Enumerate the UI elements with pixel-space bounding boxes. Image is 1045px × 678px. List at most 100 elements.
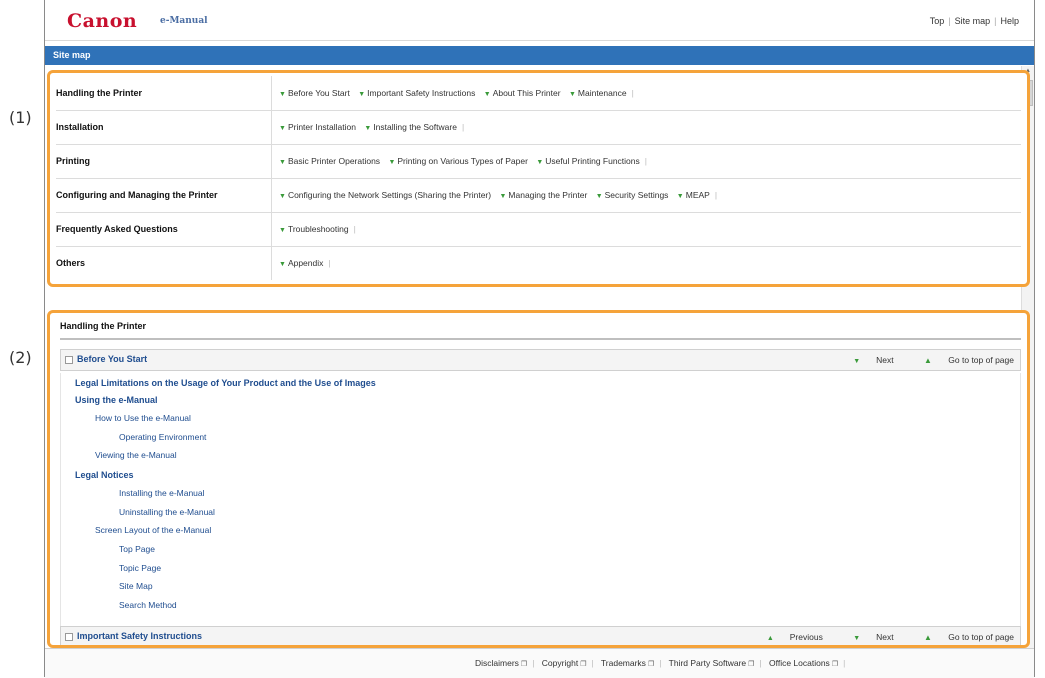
category-links: ▼ Configuring the Network Settings (Shari… [279, 190, 718, 200]
category-links: ▼ Troubleshooting | [279, 224, 356, 234]
down-arrow-icon: ▼ [483, 91, 491, 98]
expand-box-icon[interactable] [65, 356, 73, 364]
category-label: Installation [56, 110, 272, 144]
down-arrow-icon: ▼ [536, 159, 544, 166]
link-useful-functions[interactable]: Useful Printing Functions [545, 156, 640, 166]
browser-page: Canon e-Manual Top | Site map | Help Site ma… [44, 0, 1035, 678]
external-window-icon: ❐ [520, 661, 528, 668]
tree-item[interactable]: Installing the e-Manual [119, 488, 205, 498]
down-arrow-icon: ▼ [676, 193, 684, 200]
down-arrow-icon: ▼ [388, 159, 396, 166]
site-map-link[interactable]: Site map [955, 16, 991, 26]
down-arrow-icon: ▼ [568, 91, 576, 98]
site-map-row: Printing ▼ Basic Printer Operations ▼ Prin… [56, 144, 1021, 179]
handling-section: Handling the Printer Before You Start ▼ N… [47, 310, 1030, 648]
link-meap[interactable]: MEAP [686, 190, 710, 200]
link-security-settings[interactable]: Security Settings [605, 190, 669, 200]
product-title: e-Manual [160, 16, 208, 26]
topic-title[interactable]: Before You Start [77, 354, 147, 364]
link-maintenance[interactable]: Maintenance [578, 88, 627, 98]
link-network-settings[interactable]: Configuring the Network Settings (Sharin… [288, 190, 491, 200]
tree-item[interactable]: How to Use the e-Manual [95, 413, 191, 423]
site-map-row: Handling the Printer ▼ Before You Start ▼… [56, 76, 1021, 111]
down-arrow-icon: ▼ [853, 358, 861, 365]
separator: | [948, 16, 951, 26]
down-arrow-icon: ▼ [279, 125, 286, 132]
separator: | [994, 16, 997, 26]
tree-item[interactable]: Using the e-Manual [75, 395, 158, 405]
footer-links: Disclaimers ❐ | Copyright ❐ | Trademarks ❐ | T… [475, 658, 846, 668]
site-map-row: Others ▼ Appendix | [56, 246, 1021, 280]
topic-bar-before-you-start: Before You Start ▼ Next ▲ Go to top of pa… [60, 349, 1021, 371]
topic-nav: ▼ Next ▲ Go to top of page [825, 355, 1014, 365]
site-map-row: Frequently Asked Questions ▼ Troubleshoot… [56, 212, 1021, 247]
category-links: ▼ Printer Installation ▼ Installing the So… [279, 122, 465, 132]
trademarks-link[interactable]: Trademarks [601, 658, 646, 668]
topic-bar-important-safety: Important Safety Instructions ▲ Previous … [60, 626, 1021, 645]
go-to-top-link[interactable]: ▲ Go to top of page [910, 632, 1014, 642]
external-window-icon: ❐ [580, 661, 587, 668]
category-links: ▼ Appendix | [279, 258, 331, 268]
tree-item[interactable]: Screen Layout of the e-Manual [95, 525, 211, 535]
site-map-row: Configuring and Managing the Printer ▼ Co… [56, 178, 1021, 213]
tree-item[interactable]: Uninstalling the e-Manual [119, 507, 215, 517]
link-important-safety[interactable]: Important Safety Instructions [367, 88, 475, 98]
down-arrow-icon: ▼ [358, 91, 366, 98]
category-links: ▼ Before You Start ▼ Important Safety Inst… [279, 88, 634, 98]
header: Canon e-Manual Top | Site map | Help [45, 0, 1034, 41]
link-managing-printer[interactable]: Managing the Printer [508, 190, 587, 200]
link-installing-software[interactable]: Installing the Software [373, 122, 457, 132]
site-map-row: Installation ▼ Printer Installation ▼ Inst… [56, 110, 1021, 145]
link-printing-paper[interactable]: Printing on Various Types of Paper [397, 156, 528, 166]
down-arrow-icon: ▼ [595, 193, 603, 200]
down-arrow-icon: ▼ [279, 227, 286, 234]
go-to-top-link[interactable]: ▲ Go to top of page [910, 355, 1014, 365]
down-arrow-icon: ▼ [499, 193, 507, 200]
canon-logo[interactable]: Canon [67, 10, 137, 32]
link-before-you-start[interactable]: Before You Start [288, 88, 350, 98]
top-link[interactable]: Top [930, 16, 945, 26]
previous-link[interactable]: ▲ Previous [753, 632, 823, 642]
footer: Disclaimers ❐ | Copyright ❐ | Trademarks ❐ | T… [45, 648, 1034, 678]
tree-item[interactable]: Legal Limitations on the Usage of Your P… [75, 378, 376, 388]
tree-item[interactable]: Top Page [119, 544, 155, 554]
topic-title[interactable]: Important Safety Instructions [77, 631, 202, 641]
link-appendix[interactable]: Appendix [288, 258, 323, 268]
copyright-link[interactable]: Copyright [542, 658, 578, 668]
topic-nav: ▲ Previous ▼ Next ▲ Go to top of page [739, 632, 1014, 642]
tree-item[interactable]: Site Map [119, 581, 153, 591]
down-arrow-icon: ▼ [364, 125, 372, 132]
category-label: Configuring and Managing the Printer [56, 178, 272, 212]
office-locations-link[interactable]: Office Locations [769, 658, 830, 668]
tree-item[interactable]: Viewing the e-Manual [95, 450, 177, 460]
down-arrow-icon: ▼ [279, 193, 286, 200]
help-link[interactable]: Help [1000, 16, 1019, 26]
tree-item[interactable]: Search Method [119, 600, 177, 610]
site-map-bar: Site map [45, 46, 1034, 65]
up-arrow-icon: ▲ [924, 633, 932, 642]
down-arrow-icon: ▼ [279, 261, 286, 268]
top-links: Top | Site map | Help [930, 16, 1019, 26]
category-label: Handling the Printer [56, 76, 272, 110]
tree-item[interactable]: Legal Notices [75, 470, 134, 480]
expand-box-icon[interactable] [65, 633, 73, 641]
tree-item[interactable]: Operating Environment [119, 432, 206, 442]
link-printer-installation[interactable]: Printer Installation [288, 122, 356, 132]
topic-tree: Legal Limitations on the Usage of Your P… [60, 373, 1021, 629]
disclaimers-link[interactable]: Disclaimers [475, 658, 519, 668]
divider [60, 338, 1021, 340]
callout-2: (2) [9, 348, 32, 367]
link-about-printer[interactable]: About This Printer [493, 88, 561, 98]
external-window-icon: ❐ [647, 661, 655, 668]
next-link[interactable]: ▼ Next [839, 355, 893, 365]
category-label: Printing [56, 144, 272, 178]
callout-1: (1) [9, 108, 32, 127]
tree-item[interactable]: Topic Page [119, 563, 161, 573]
external-window-icon: ❐ [831, 661, 839, 668]
site-map-heading: Site map [53, 50, 91, 60]
link-basic-operations[interactable]: Basic Printer Operations [288, 156, 380, 166]
next-link[interactable]: ▼ Next [839, 632, 893, 642]
third-party-software-link[interactable]: Third Party Software [669, 658, 746, 668]
link-troubleshooting[interactable]: Troubleshooting [288, 224, 349, 234]
down-arrow-icon: ▼ [279, 159, 286, 166]
